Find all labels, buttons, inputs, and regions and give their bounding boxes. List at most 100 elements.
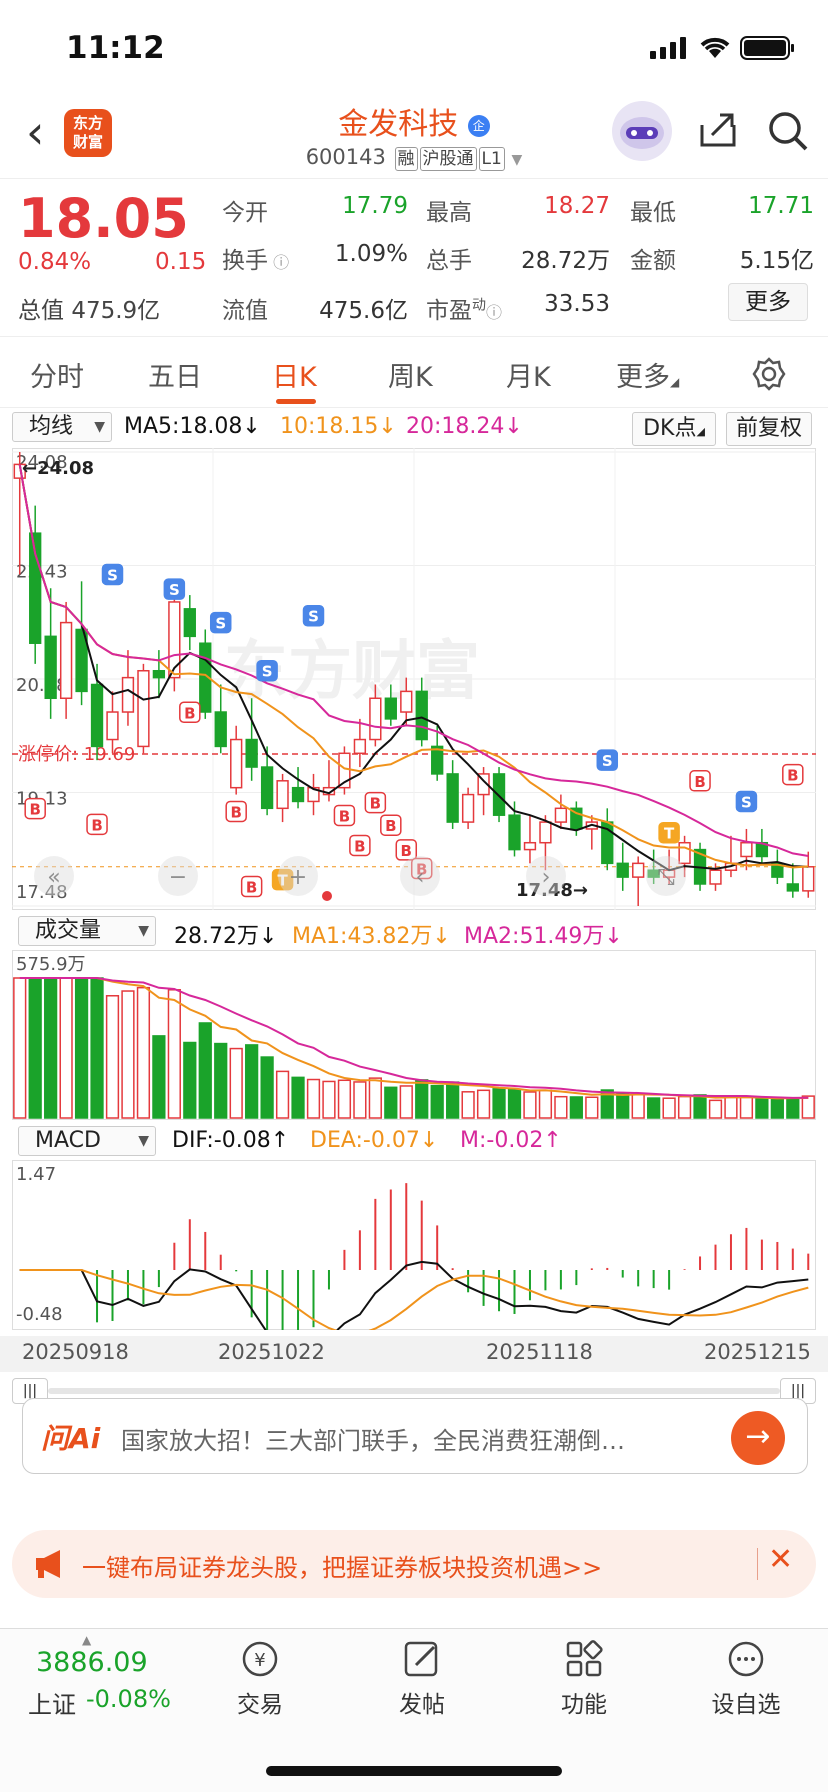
- more-quote-button[interactable]: 更多: [728, 283, 808, 321]
- signal-label: S: [215, 615, 226, 633]
- tab-five-day[interactable]: 五日: [148, 355, 202, 394]
- total-mv-label: 总值: [18, 298, 64, 324]
- active-tab-indicator: [276, 399, 316, 404]
- add-watchlist-button[interactable]: 设自选: [696, 1639, 796, 1719]
- volume-chart[interactable]: 575.9万: [12, 950, 816, 1120]
- volume-bar: [739, 1096, 754, 1119]
- volume-bar: [152, 1035, 166, 1119]
- volume-ma2: MA2:51.49万↓: [464, 924, 623, 949]
- adjust-button[interactable]: 前复权: [726, 412, 812, 446]
- functions-label: 功能: [561, 1692, 607, 1718]
- volume-bar: [647, 1097, 661, 1119]
- kline-chart[interactable]: 东方财富24.0822.4320.7819.1317.48涨停价: 19.69←…: [12, 448, 816, 910]
- candle-body: [508, 814, 521, 851]
- quote-panel: 18.05 0.84% 0.15 总值 475.9亿 今开 17.79 最高 1…: [0, 178, 828, 336]
- volume-bar: [677, 1095, 692, 1119]
- volume-bar: [322, 1080, 336, 1119]
- candle-body: [245, 738, 258, 768]
- candle-body: [183, 608, 196, 638]
- functions-grid-icon: [566, 1640, 603, 1677]
- tab-more[interactable]: 更多◢: [616, 355, 679, 394]
- high-label: 最高: [426, 200, 472, 226]
- volume-bar: [801, 1095, 815, 1119]
- indicator-select-arrow: ▼: [94, 419, 105, 435]
- volume-bar: [183, 1041, 197, 1119]
- candle-body: [523, 841, 537, 851]
- signal-label: S: [741, 793, 752, 811]
- volume-select[interactable]: 成交量 ▼: [18, 916, 156, 946]
- volume-bar: [724, 1096, 738, 1119]
- ai-ask-bar[interactable]: 问Ai 国家放大招！三大部门联手，全民消费狂潮倒… →: [22, 1398, 808, 1474]
- enterprise-badge: 企: [467, 114, 490, 137]
- signal-label: B: [339, 807, 350, 825]
- candle-body: [90, 683, 104, 748]
- svg-text:¥: ¥: [254, 1650, 265, 1671]
- expand-up-icon[interactable]: ▲: [82, 1633, 91, 1647]
- signal-label: B: [385, 817, 396, 835]
- stock-code-line[interactable]: 600143 融沪股通 L1 ▼: [0, 145, 828, 171]
- trade-icon: ¥: [242, 1641, 278, 1677]
- tab-intraday[interactable]: 分时: [30, 355, 84, 394]
- macd-top-label: 1.47: [16, 1164, 56, 1185]
- volume-bar: [523, 1091, 537, 1119]
- tab-more-arrow: ◢: [670, 375, 680, 389]
- search-icon[interactable]: [768, 111, 808, 151]
- volume-bar: [585, 1096, 599, 1119]
- candle-body: [384, 697, 397, 720]
- close-icon[interactable]: ✕: [768, 1542, 793, 1577]
- amount-label: 金额: [630, 248, 676, 274]
- macd-m: M:-0.02↑: [460, 1128, 562, 1153]
- candle-body: [44, 635, 57, 700]
- volume-max-label: 575.9万: [16, 954, 86, 975]
- tab-weekly-k[interactable]: 周K: [388, 355, 433, 394]
- share-icon[interactable]: [700, 111, 738, 147]
- volume-ma1: MA1:43.82万↓: [292, 924, 451, 949]
- candle-body: [678, 841, 691, 865]
- high-value: 18.27: [544, 193, 610, 219]
- volume-bar: [708, 1099, 723, 1119]
- candle-body: [137, 669, 150, 748]
- turnover-label-text: 换手: [222, 248, 268, 274]
- signal-label: B: [354, 837, 365, 855]
- macd-dea: DEA:-0.07↓: [310, 1128, 439, 1153]
- macd-chart[interactable]: 1.47 -0.48: [12, 1160, 816, 1330]
- post-label: 发帖: [399, 1692, 445, 1718]
- date-label: 20251215: [704, 1340, 811, 1364]
- index-value[interactable]: 3886.09: [36, 1647, 148, 1678]
- volume-bar: [167, 989, 181, 1119]
- indicator-select[interactable]: 均线 ▼: [12, 412, 112, 442]
- candle-body: [632, 862, 645, 878]
- macd-select-arrow: ▼: [138, 1133, 149, 1149]
- dk-point-button[interactable]: DK点◢: [632, 412, 716, 446]
- volume-bar: [631, 1093, 645, 1119]
- promo-banner[interactable]: 一键布局证券龙头股，把握证券板块投资机遇>> ✕: [12, 1530, 816, 1598]
- chart-control-label: ⤡: [657, 865, 675, 890]
- candle-body: [461, 793, 475, 823]
- volume-bar: [446, 1081, 460, 1119]
- tab-monthly-k[interactable]: 月K: [506, 355, 551, 394]
- functions-button[interactable]: 功能: [534, 1639, 634, 1719]
- home-indicator[interactable]: [266, 1766, 562, 1776]
- macd-select[interactable]: MACD ▼: [18, 1126, 156, 1156]
- volume-bar: [507, 1088, 522, 1119]
- candle-body: [59, 621, 73, 700]
- turnover-label: 换手 ⓘ: [222, 241, 289, 275]
- volume-bar: [121, 990, 135, 1119]
- ai-go-button[interactable]: →: [731, 1411, 785, 1465]
- low-value: 17.71: [748, 193, 814, 219]
- candle-body: [415, 690, 428, 741]
- volume-bar: [214, 1042, 228, 1119]
- trade-button[interactable]: ¥ 交易: [210, 1639, 310, 1719]
- volume-bar: [415, 1079, 429, 1119]
- volume-bar: [90, 977, 104, 1119]
- scrollbar-track: [48, 1388, 780, 1394]
- date-label: 20250918: [22, 1340, 129, 1364]
- tab-more-label: 更多: [616, 362, 670, 393]
- post-button[interactable]: 发帖: [372, 1639, 472, 1719]
- info-icon[interactable]: ⓘ: [268, 253, 289, 272]
- settings-gear-icon[interactable]: [752, 357, 786, 391]
- robot-assistant-icon[interactable]: [612, 101, 672, 161]
- volume-bar: [353, 1081, 367, 1119]
- volume-bar: [105, 995, 120, 1119]
- tab-daily-k[interactable]: 日K: [272, 355, 317, 394]
